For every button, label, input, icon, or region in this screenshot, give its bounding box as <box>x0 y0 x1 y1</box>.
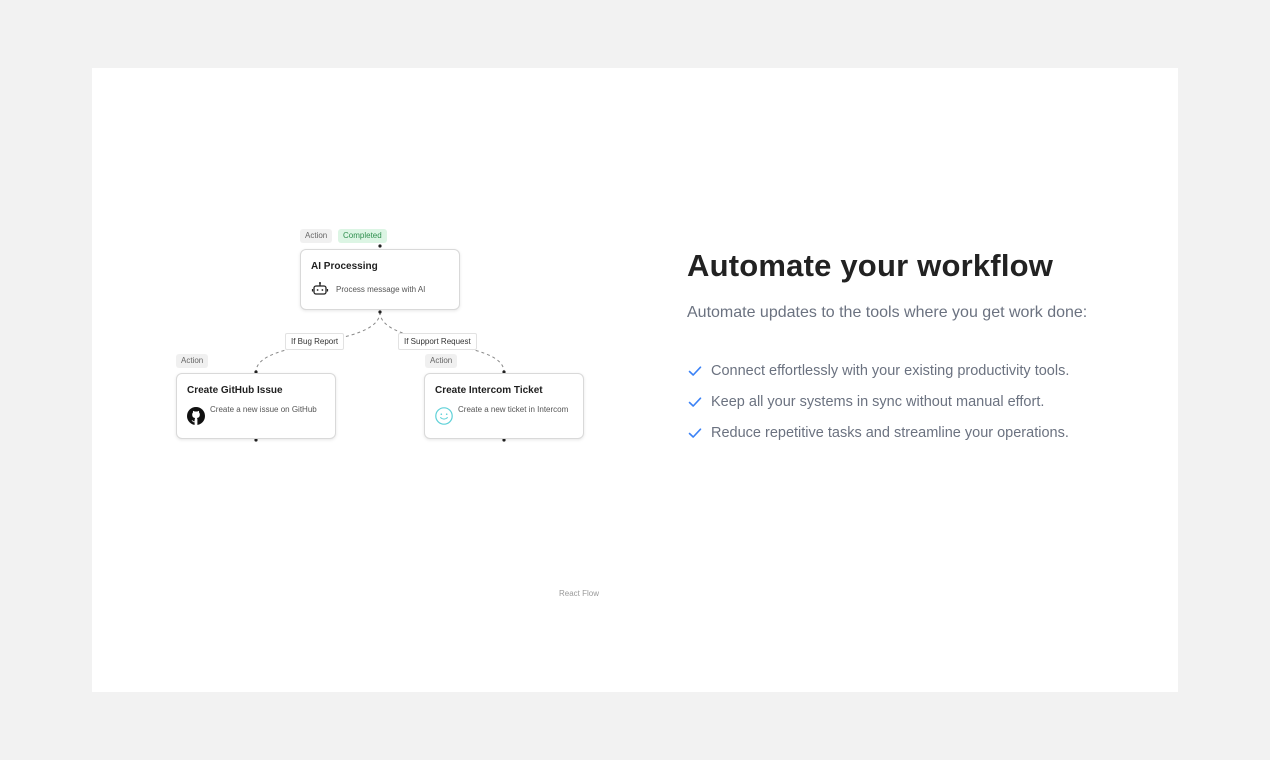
github-node-title: Create GitHub Issue <box>187 385 283 396</box>
check-icon <box>688 427 702 438</box>
ai-node-bottom-handle <box>378 310 382 314</box>
page-title: Automate your workflow <box>687 248 1054 283</box>
intercom-smile-icon <box>435 407 453 425</box>
ai-node-top-handle <box>378 244 382 248</box>
feature-list: Connect effortlessly with your existing … <box>687 355 1157 448</box>
check-icon <box>688 396 702 407</box>
github-node-description: Create a new issue on GitHub <box>210 405 317 414</box>
ai-node-completed-tag: Completed <box>338 229 387 243</box>
react-flow-attribution[interactable]: React Flow <box>540 589 618 598</box>
intercom-node-description: Create a new ticket in Intercom <box>458 405 569 414</box>
github-icon <box>187 407 205 425</box>
intercom-node-title: Create Intercom Ticket <box>435 385 543 396</box>
feature-text: Connect effortlessly with your existing … <box>711 362 1070 379</box>
page-subtitle: Automate updates to the tools where you … <box>687 304 1088 321</box>
edge-label-support-request: If Support Request <box>398 333 477 350</box>
github-issue-node[interactable]: Create GitHub Issue Create a new issue o… <box>176 373 336 439</box>
ai-node-title: AI Processing <box>311 261 378 272</box>
feature-text: Keep all your systems in sync without ma… <box>711 393 1045 410</box>
bot-icon <box>311 282 329 295</box>
feature-text: Reduce repetitive tasks and streamline y… <box>711 424 1069 441</box>
edge-label-bug-report: If Bug Report <box>285 333 345 350</box>
ai-processing-node[interactable]: AI Processing Process message with AI <box>300 249 460 310</box>
intercom-ticket-node[interactable]: Create Intercom Ticket Create a new tick… <box>424 373 584 439</box>
check-icon <box>688 365 702 376</box>
github-node-action-tag: Action <box>176 354 209 368</box>
main-card: Action Completed AI Processing Process m… <box>92 68 1178 692</box>
ai-node-description: Process message with AI <box>336 285 426 294</box>
feature-content: Automate your workflow Automate updates … <box>687 246 1157 448</box>
feature-item: Keep all your systems in sync without ma… <box>687 386 1157 417</box>
feature-item: Connect effortlessly with your existing … <box>687 355 1157 386</box>
intercom-node-action-tag: Action <box>425 354 458 368</box>
ai-node-action-tag: Action <box>300 229 333 243</box>
feature-item: Reduce repetitive tasks and streamline y… <box>687 417 1157 448</box>
